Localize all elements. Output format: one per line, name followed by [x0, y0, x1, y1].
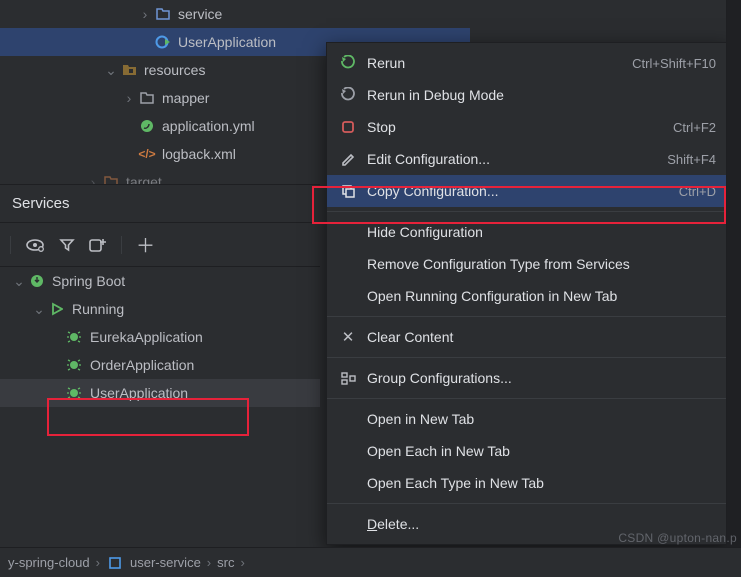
tree-label: UserApplication	[178, 34, 276, 50]
tree-label: OrderApplication	[90, 357, 194, 373]
chevron-right-icon: ›	[240, 555, 244, 570]
watermark: CSDN @upton-nan.p	[618, 531, 737, 545]
rerun-icon	[339, 54, 357, 72]
bug-run-icon	[66, 356, 84, 374]
xml-file-icon: </>	[138, 145, 156, 163]
menu-label: Open Running Configuration in New Tab	[367, 288, 617, 304]
menu-label: Stop	[367, 119, 396, 135]
chevron-down-icon: ⌄	[102, 62, 120, 79]
spring-file-icon	[138, 117, 156, 135]
services-running-node[interactable]: ⌄ Running	[0, 295, 320, 323]
chevron-down-icon: ⌄	[10, 273, 28, 290]
menu-label: Open Each in New Tab	[367, 443, 510, 459]
class-run-icon	[154, 33, 172, 51]
context-menu: Rerun Ctrl+Shift+F10 Rerun in Debug Mode…	[326, 42, 731, 545]
menu-label: Clear Content	[367, 329, 453, 345]
menu-remove-configuration-type[interactable]: Remove Configuration Type from Services	[327, 248, 730, 280]
menu-copy-configuration[interactable]: Copy Configuration... Ctrl+D	[327, 175, 730, 207]
menu-stop[interactable]: Stop Ctrl+F2	[327, 111, 730, 143]
menu-label: Open in New Tab	[367, 411, 474, 427]
services-root-spring-boot[interactable]: ⌄ Spring Boot	[0, 267, 320, 295]
tree-label: service	[178, 6, 222, 22]
menu-separator	[327, 357, 730, 358]
edit-icon	[339, 150, 357, 168]
menu-label: Rerun	[367, 55, 405, 71]
clear-icon: ✕	[339, 328, 357, 346]
folder-icon	[154, 5, 172, 23]
rerun-debug-icon	[339, 86, 357, 104]
chevron-right-icon: ›	[136, 6, 154, 22]
show-icon[interactable]	[25, 238, 45, 252]
tree-label: logback.xml	[162, 146, 236, 162]
chevron-right-icon: ›	[96, 555, 100, 570]
filter-icon[interactable]	[59, 237, 75, 253]
stop-icon	[339, 118, 357, 136]
tree-label: Running	[72, 301, 124, 317]
crumb[interactable]: y-spring-cloud	[8, 555, 90, 570]
menu-label: Hide Configuration	[367, 224, 483, 240]
bug-run-icon	[66, 328, 84, 346]
crumb[interactable]: src	[217, 555, 234, 570]
menu-label: Edit Configuration...	[367, 151, 490, 167]
tree-label: EurekaApplication	[90, 329, 203, 345]
menu-label: Copy Configuration...	[367, 183, 499, 199]
menu-open-in-new-tab[interactable]: Open in New Tab	[327, 403, 730, 435]
menu-separator	[327, 316, 730, 317]
menu-label: Group Configurations...	[367, 370, 512, 386]
folder-icon	[102, 173, 120, 184]
chevron-right-icon: ›	[207, 555, 211, 570]
service-item-order[interactable]: OrderApplication	[0, 351, 320, 379]
menu-group-configurations[interactable]: Group Configurations...	[327, 362, 730, 394]
shortcut: Shift+F4	[667, 152, 716, 167]
add-panel-icon[interactable]	[89, 237, 107, 253]
resources-folder-icon	[120, 61, 138, 79]
menu-clear-content[interactable]: ✕ Clear Content	[327, 321, 730, 353]
crumb[interactable]: user-service	[130, 555, 201, 570]
group-icon	[339, 369, 357, 387]
menu-open-each-type-new-tab[interactable]: Open Each Type in New Tab	[327, 467, 730, 499]
copy-icon	[339, 182, 357, 200]
bug-run-icon	[66, 384, 84, 402]
breadcrumb: y-spring-cloud › user-service › src ›	[0, 547, 741, 577]
folder-icon	[138, 89, 156, 107]
menu-label: Open Each Type in New Tab	[367, 475, 544, 491]
menu-label: Delete...	[367, 516, 419, 532]
menu-rerun-debug[interactable]: Rerun in Debug Mode	[327, 79, 730, 111]
module-icon	[106, 554, 124, 572]
chevron-down-icon: ⌄	[30, 301, 48, 318]
menu-separator	[327, 211, 730, 212]
chevron-right-icon: ›	[84, 174, 102, 184]
menu-hide-configuration[interactable]: Hide Configuration	[327, 216, 730, 248]
tree-label: target	[126, 174, 162, 184]
tree-label: resources	[144, 62, 205, 78]
menu-separator	[327, 398, 730, 399]
services-panel: Services ＋ ⌄ Spring Boot ⌄ Running Eurek…	[0, 184, 320, 407]
menu-edit-configuration[interactable]: Edit Configuration... Shift+F4	[327, 143, 730, 175]
menu-label: Rerun in Debug Mode	[367, 87, 504, 103]
shortcut: Ctrl+Shift+F10	[632, 56, 716, 71]
tree-label: mapper	[162, 90, 209, 106]
service-item-eureka[interactable]: EurekaApplication	[0, 323, 320, 351]
shortcut: Ctrl+D	[679, 184, 716, 199]
right-gutter	[726, 0, 741, 577]
spring-boot-icon	[28, 272, 46, 290]
tree-label: Spring Boot	[52, 273, 125, 289]
services-toolbar: ＋	[0, 223, 320, 267]
menu-label: Remove Configuration Type from Services	[367, 256, 630, 272]
menu-open-running-new-tab[interactable]: Open Running Configuration in New Tab	[327, 280, 730, 312]
tree-label: UserApplication	[90, 385, 188, 401]
services-title: Services	[0, 185, 320, 223]
menu-open-each-new-tab[interactable]: Open Each in New Tab	[327, 435, 730, 467]
run-icon	[48, 300, 66, 318]
plus-icon[interactable]: ＋	[136, 231, 155, 258]
chevron-right-icon: ›	[120, 90, 138, 106]
tree-item-service[interactable]: › service	[0, 0, 470, 28]
tree-label: application.yml	[162, 118, 255, 134]
service-item-user[interactable]: UserApplication	[0, 379, 320, 407]
menu-separator	[327, 503, 730, 504]
shortcut: Ctrl+F2	[673, 120, 716, 135]
menu-rerun[interactable]: Rerun Ctrl+Shift+F10	[327, 47, 730, 79]
